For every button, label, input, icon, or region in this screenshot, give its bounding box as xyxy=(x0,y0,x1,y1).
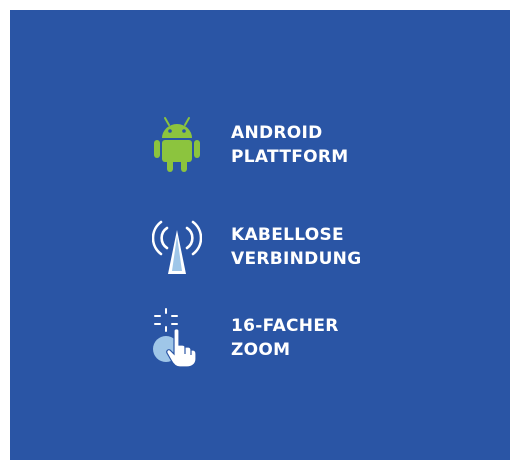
feature-label-line1: 16-FACHER xyxy=(231,316,339,336)
feature-wireless: KABELLOSE VERBINDUNG xyxy=(145,215,361,279)
android-robot-icon xyxy=(145,113,209,177)
wireless-antenna-icon xyxy=(145,215,209,279)
feature-label-line1: KABELLOSE xyxy=(231,225,344,245)
feature-zoom: 16-FACHER ZOOM xyxy=(145,306,339,370)
feature-label-wireless: KABELLOSE VERBINDUNG xyxy=(231,223,361,271)
feature-label-line2: VERBINDUNG xyxy=(231,249,362,269)
feature-label-line2: ZOOM xyxy=(231,340,291,360)
feature-label-android: ANDROID PLATTFORM xyxy=(231,121,348,169)
feature-label-zoom: 16-FACHER ZOOM xyxy=(231,314,339,362)
feature-android: ANDROID PLATTFORM xyxy=(145,113,348,177)
feature-panel: ANDROID PLATTFORM KABELLOSE VERBINDUNG 1… xyxy=(10,10,510,460)
pinch-zoom-hand-icon xyxy=(145,306,209,370)
feature-label-line1: ANDROID xyxy=(231,123,323,143)
feature-label-line2: PLATTFORM xyxy=(231,147,349,167)
